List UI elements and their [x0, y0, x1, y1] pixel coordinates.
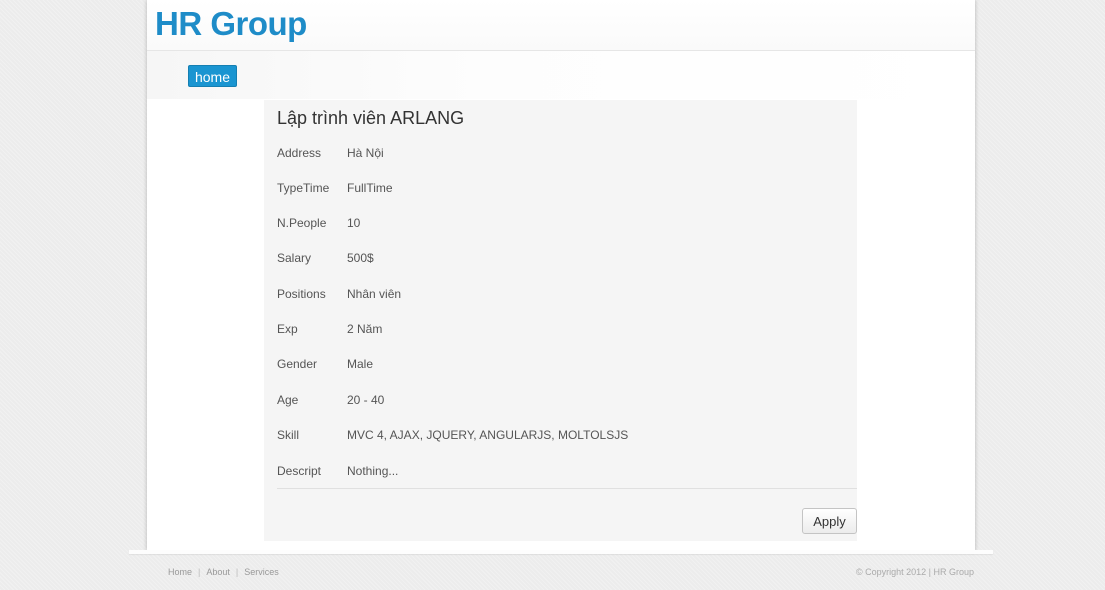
field-value: MVC 4, AJAX, JQUERY, ANGULARJS, MOLTOLSJ… — [347, 428, 629, 442]
nav-home-button[interactable]: home — [188, 65, 237, 87]
main-nav: home — [147, 51, 975, 99]
field-label: Exp — [277, 322, 298, 336]
field-value: 500$ — [347, 251, 374, 265]
apply-button[interactable]: Apply — [802, 508, 857, 534]
job-detail-panel: Lập trình viên ARLANG Address Hà Nội Typ… — [264, 100, 857, 541]
field-label: Positions — [277, 287, 326, 301]
footer-nav: Home | About | Services — [168, 566, 279, 578]
field-label: Age — [277, 393, 299, 407]
footer-divider — [129, 550, 993, 554]
field-label: Gender — [277, 357, 318, 371]
field-value: FullTime — [347, 181, 393, 195]
field-value: Male — [347, 357, 374, 371]
copyright-text: © Copyright 2012 | HR Group — [855, 567, 974, 577]
header: HR Group — [147, 0, 975, 51]
field-label: Skill — [277, 428, 300, 442]
field-label: Descript — [277, 464, 322, 478]
footer-link-home[interactable]: Home — [168, 567, 192, 577]
field-value: 10 — [347, 216, 361, 230]
field-label: Address — [277, 146, 322, 160]
footer-separator: | — [198, 567, 201, 577]
job-title: Lập trình viên ARLANG — [277, 108, 465, 128]
field-label: N.People — [277, 216, 327, 230]
field-label: TypeTime — [277, 181, 330, 195]
field-label: Salary — [277, 251, 312, 265]
field-value: 20 - 40 — [347, 393, 385, 407]
field-value: Hà Nội — [347, 146, 384, 160]
field-value: Nhân viên — [347, 287, 402, 301]
page-container: HR Group home Lập trình viên ARLANG Addr… — [147, 0, 975, 551]
footer-separator: | — [235, 567, 239, 577]
field-value: 2 Năm — [347, 322, 383, 336]
site-logo[interactable]: HR Group — [155, 4, 307, 44]
footer-link-about[interactable]: About — [206, 567, 230, 577]
footer-link-services[interactable]: Services — [244, 567, 279, 577]
field-value: Nothing... — [347, 464, 399, 478]
divider — [277, 488, 857, 489]
